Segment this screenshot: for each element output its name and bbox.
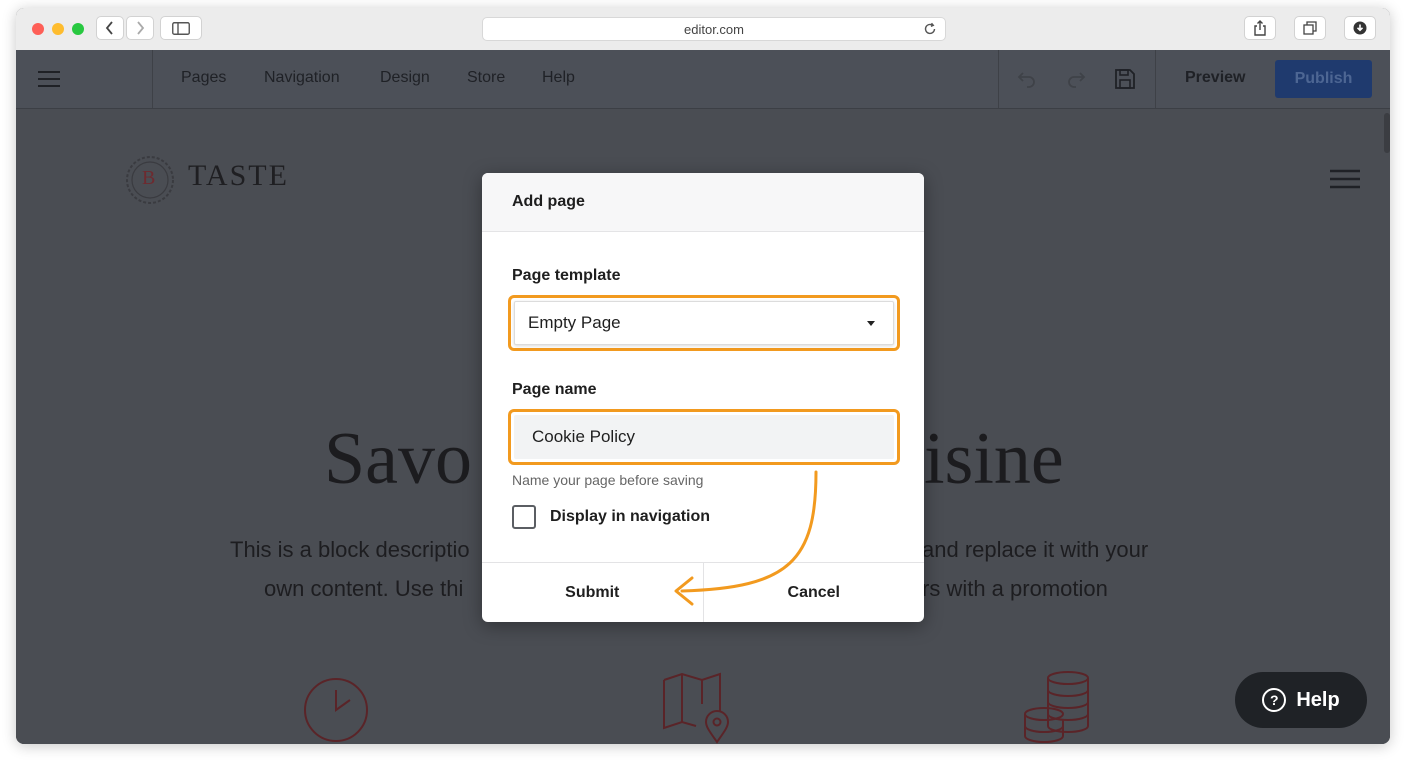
page-name-hint: Name your page before saving	[512, 472, 704, 488]
page-name-label: Page name	[512, 381, 597, 398]
sidebar-toggle-button[interactable]	[160, 16, 202, 40]
site-menu-icon[interactable]	[1330, 169, 1360, 194]
tabs-button[interactable]	[1294, 16, 1326, 40]
forward-button[interactable]	[126, 16, 154, 40]
preview-button[interactable]: Preview	[1185, 69, 1245, 87]
page-template-value: Empty Page	[528, 313, 621, 332]
undo-icon[interactable]	[1017, 70, 1037, 93]
help-widget-label: Help	[1296, 688, 1340, 711]
toolbar-divider	[152, 50, 153, 108]
page-template-select[interactable]: Empty Page	[514, 301, 894, 345]
scrollbar[interactable]	[1384, 113, 1390, 153]
editor-toolbar: Pages Navigation Design Store Help Previ…	[16, 50, 1390, 109]
coins-icon	[1022, 670, 1094, 744]
display-in-navigation-label[interactable]: Display in navigation	[550, 508, 710, 526]
browser-toolbar: editor.com	[16, 8, 1390, 51]
hero-desc-line2-right: rs with a promotion	[922, 576, 1108, 601]
dialog-header: Add page	[482, 173, 924, 232]
hero-desc-line2-left: own content. Use thi	[264, 576, 464, 601]
map-icon	[662, 672, 732, 744]
sidebar-icon	[172, 21, 190, 35]
share-button[interactable]	[1244, 16, 1276, 40]
download-icon	[1353, 21, 1367, 35]
menu-icon[interactable]	[38, 70, 60, 93]
caret-down-icon	[867, 321, 875, 326]
brand-logo-letter: B	[142, 167, 156, 189]
clock-icon	[302, 676, 370, 744]
nav-navigation[interactable]: Navigation	[264, 69, 340, 87]
nav-pages[interactable]: Pages	[181, 69, 226, 87]
dialog-footer: Submit Cancel	[482, 562, 924, 622]
submit-label: Submit	[565, 584, 620, 601]
hero-desc-line1-left: This is a block descriptio	[230, 537, 470, 562]
dialog-title: Add page	[512, 193, 585, 210]
save-icon[interactable]	[1114, 68, 1136, 95]
redo-icon[interactable]	[1066, 70, 1086, 93]
hero-headline-right: isine	[924, 418, 1064, 500]
nav-help[interactable]: Help	[542, 69, 575, 87]
help-widget-button[interactable]: ? Help	[1235, 672, 1367, 728]
nav-design[interactable]: Design	[380, 69, 430, 87]
publish-button[interactable]: Publish	[1275, 60, 1372, 98]
hero-headline-left: Savo	[324, 418, 472, 500]
display-in-navigation-checkbox[interactable]	[512, 505, 536, 529]
chevron-right-icon	[137, 21, 145, 35]
page-name-input[interactable]	[514, 415, 894, 459]
back-button[interactable]	[96, 16, 124, 40]
nav-store[interactable]: Store	[467, 69, 505, 87]
toolbar-divider	[1155, 50, 1156, 108]
brand-name: TASTE	[188, 159, 289, 192]
hero-desc-line1-right: and replace it with your	[922, 537, 1149, 562]
address-bar[interactable]: editor.com	[482, 17, 946, 41]
chevron-left-icon	[105, 21, 113, 35]
question-icon: ?	[1262, 688, 1287, 712]
cancel-button[interactable]: Cancel	[704, 563, 925, 622]
zoom-window-button[interactable]	[72, 23, 84, 35]
page-template-label: Page template	[512, 267, 621, 284]
close-window-button[interactable]	[32, 23, 44, 35]
downloads-button[interactable]	[1344, 16, 1376, 40]
url-text: editor.com	[684, 21, 744, 37]
tabs-icon	[1303, 21, 1317, 35]
minimize-window-button[interactable]	[52, 23, 64, 35]
toolbar-divider	[998, 50, 999, 108]
publish-label: Publish	[1294, 70, 1353, 87]
reload-icon[interactable]	[923, 22, 937, 39]
submit-button[interactable]: Submit	[482, 563, 704, 622]
cancel-label: Cancel	[787, 584, 840, 601]
add-page-dialog: Add page Page template Empty Page Page n…	[482, 173, 924, 622]
share-icon	[1254, 20, 1266, 36]
